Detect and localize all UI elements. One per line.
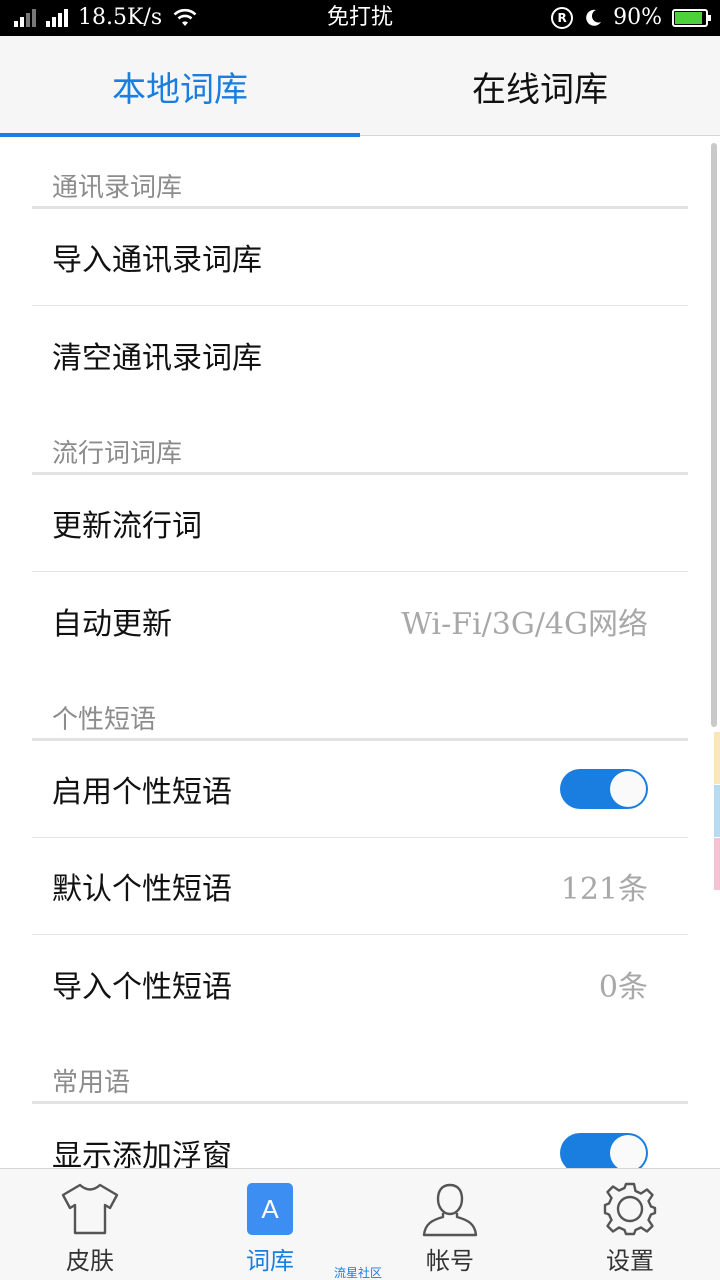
- row-label: 自动更新: [52, 606, 172, 642]
- edge-accent-pink: [714, 838, 720, 890]
- moon-icon: [586, 9, 602, 26]
- battery-icon: [672, 9, 711, 27]
- watermark-text: 流星社区: [334, 1266, 383, 1280]
- settings-list[interactable]: 通讯录词库 导入通讯录词库 清空通讯录词库 流行词词库 更新流行词 自动更新 W…: [0, 137, 720, 1168]
- default-phrases-count: 121条: [560, 872, 648, 907]
- person-icon: [422, 1183, 478, 1237]
- tab-online-lexicon[interactable]: 在线词库: [360, 36, 720, 136]
- section-header-contacts: 通讯录词库: [32, 137, 688, 209]
- nav-settings[interactable]: 设置: [540, 1169, 720, 1280]
- import-personal-phrases-row[interactable]: 导入个性短语 0条: [32, 935, 688, 1032]
- row-label: 清空通讯录词库: [52, 340, 262, 376]
- nav-label: 设置: [606, 1247, 654, 1275]
- nav-label: 皮肤: [66, 1247, 114, 1275]
- nav-skin[interactable]: 皮肤: [0, 1169, 180, 1280]
- section-header-common-phrases: 常用语: [32, 1032, 688, 1104]
- show-add-floating-window-row[interactable]: 显示添加浮窗: [32, 1104, 688, 1168]
- row-label: 导入通讯录词库: [52, 243, 262, 278]
- scrollbar[interactable]: [711, 143, 717, 727]
- row-label: 显示添加浮窗: [52, 1138, 232, 1169]
- auto-update-row[interactable]: 自动更新 Wi-Fi/3G/4G网络: [32, 572, 688, 669]
- row-label: 启用个性短语: [52, 775, 232, 810]
- nav-lexicon[interactable]: A 词库: [180, 1169, 360, 1280]
- battery-percent: 90%: [613, 5, 662, 30]
- update-popular-words-row[interactable]: 更新流行词: [32, 475, 688, 572]
- enable-personal-phrases-row[interactable]: 启用个性短语: [32, 741, 688, 838]
- import-contacts-lexicon-row[interactable]: 导入通讯录词库: [32, 209, 688, 306]
- enable-personal-phrases-toggle[interactable]: [560, 769, 648, 809]
- edge-accent-yellow: [714, 732, 720, 784]
- nav-label: 帐号: [426, 1247, 474, 1275]
- gear-icon: [603, 1182, 657, 1236]
- nav-account[interactable]: 帐号: [360, 1169, 540, 1280]
- tshirt-icon: [61, 1183, 119, 1235]
- status-bar: 18.5K/s 免打扰 R 90%: [0, 0, 720, 36]
- clear-contacts-lexicon-row[interactable]: 清空通讯录词库: [32, 306, 688, 403]
- tab-local-lexicon[interactable]: 本地词库: [0, 36, 360, 137]
- auto-update-value: Wi-Fi/3G/4G网络: [401, 606, 648, 642]
- default-personal-phrases-row[interactable]: 默认个性短语 121条: [32, 838, 688, 935]
- section-header-personal-phrases: 个性短语: [32, 669, 688, 741]
- tab-bar: 本地词库 在线词库: [0, 36, 720, 137]
- row-label: 默认个性短语: [52, 872, 232, 907]
- show-floating-window-toggle[interactable]: [560, 1132, 648, 1168]
- section-header-popular-words: 流行词词库: [32, 403, 688, 475]
- imported-phrases-count: 0条: [598, 969, 648, 1005]
- row-label: 导入个性短语: [52, 969, 232, 1005]
- edge-accent-blue: [714, 785, 720, 837]
- lexicon-icon: A: [247, 1183, 293, 1235]
- registered-icon: R: [551, 7, 574, 29]
- nav-label: 词库: [246, 1247, 294, 1275]
- row-label: 更新流行词: [52, 509, 202, 544]
